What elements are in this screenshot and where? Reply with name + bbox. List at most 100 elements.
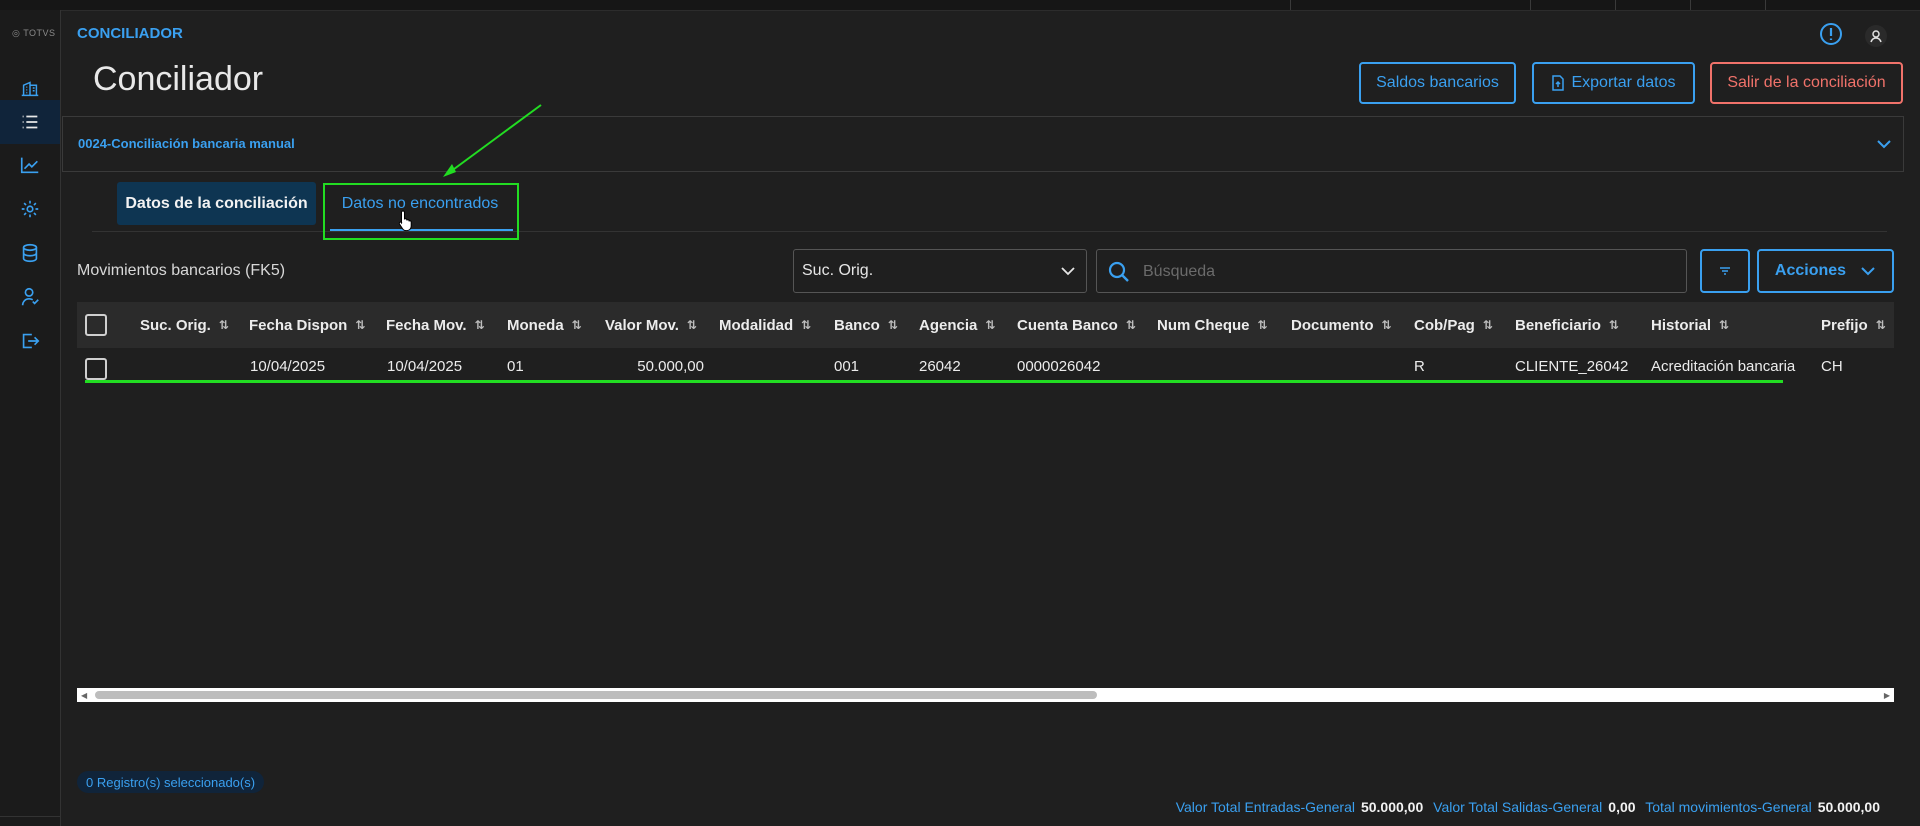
column-header[interactable]: Agencia ⇅: [919, 302, 995, 348]
annotation-arrow: [443, 104, 542, 177]
column-label: Prefijo: [1821, 316, 1868, 334]
column-header[interactable]: Banco ⇅: [834, 302, 898, 348]
select-all-checkbox[interactable]: [85, 314, 107, 336]
sort-icon[interactable]: ⇅: [1483, 318, 1493, 332]
cell-fecha-mov: 10/04/2025: [387, 358, 463, 375]
scrollbar-thumb[interactable]: [95, 691, 1097, 699]
sort-icon[interactable]: ⇅: [572, 318, 582, 332]
search-icon: [1107, 260, 1131, 289]
gear-icon: [21, 200, 39, 218]
file-export-icon: [1552, 75, 1565, 91]
column-header[interactable]: Moneda ⇅: [507, 302, 582, 348]
horizontal-scrollbar[interactable]: ◀ ▶: [77, 688, 1894, 702]
sort-icon[interactable]: ⇅: [801, 318, 811, 332]
annotation-underline: [85, 380, 1783, 383]
filter-button[interactable]: [1700, 249, 1750, 293]
sidebar-item-user[interactable]: [0, 275, 60, 319]
exportar-datos-button[interactable]: Exportar datos: [1532, 62, 1695, 104]
column-label: Suc. Orig.: [140, 316, 211, 334]
sidebar-divider: [0, 816, 60, 817]
column-header[interactable]: Modalidad ⇅: [719, 302, 811, 348]
profile-icon[interactable]: [1864, 24, 1888, 53]
branch-select-value: Suc. Orig.: [802, 262, 874, 279]
sort-icon[interactable]: ⇅: [355, 318, 365, 332]
column-header[interactable]: Beneficiario ⇅: [1515, 302, 1619, 348]
sort-icon[interactable]: ⇅: [1382, 318, 1392, 332]
exportar-datos-label: Exportar datos: [1571, 74, 1676, 91]
cell-agencia: 26042: [919, 358, 961, 375]
sort-icon[interactable]: ⇅: [475, 318, 485, 332]
column-header[interactable]: Fecha Mov. ⇅: [386, 302, 485, 348]
info-icon[interactable]: [1819, 22, 1843, 51]
user-icon: [21, 287, 39, 306]
filter-icon: [1720, 267, 1730, 275]
sidebar-item-database[interactable]: [0, 231, 60, 275]
column-label: Banco: [834, 316, 880, 334]
saldos-bancarios-button[interactable]: Saldos bancarios: [1359, 62, 1516, 104]
total-salidas-value: 0,00: [1608, 799, 1636, 815]
column-label: Valor Mov.: [605, 316, 679, 334]
sort-icon[interactable]: ⇅: [1258, 318, 1268, 332]
total-movimientos-label: Total movimientos-General: [1645, 799, 1812, 815]
column-label: Cuenta Banco: [1017, 316, 1118, 334]
column-label: Num Cheque: [1157, 316, 1250, 334]
column-header[interactable]: Fecha Dispon ⇅: [249, 302, 365, 348]
column-label: Fecha Dispon: [249, 316, 348, 334]
sort-icon[interactable]: ⇅: [687, 318, 697, 332]
cell-historial: Acreditación bancaria: [1651, 358, 1796, 375]
chevron-down-icon: [1861, 267, 1875, 276]
sidebar-item-logout[interactable]: [0, 319, 60, 363]
total-entradas-label: Valor Total Entradas-General: [1175, 799, 1355, 815]
cell-banco: 001: [834, 358, 860, 375]
sort-icon[interactable]: ⇅: [1609, 318, 1619, 332]
total-movimientos-value: 50.000,00: [1817, 799, 1880, 815]
cell-fecha-dispon: 10/04/2025: [250, 358, 326, 375]
branch-select[interactable]: Suc. Orig.: [793, 249, 1087, 293]
column-label: Documento: [1291, 316, 1374, 334]
cell-valor-mov: 50.000,00: [637, 358, 704, 375]
column-label: Agencia: [919, 316, 978, 334]
column-label: Cob/Pag: [1414, 316, 1475, 334]
column-header[interactable]: Prefijo ⇅: [1821, 302, 1886, 348]
column-header[interactable]: Documento ⇅: [1291, 302, 1392, 348]
sort-icon[interactable]: ⇅: [1876, 318, 1886, 332]
row-checkbox[interactable]: [85, 358, 107, 380]
chevron-down-icon: [1060, 263, 1076, 284]
sort-icon[interactable]: ⇅: [219, 318, 229, 332]
table-header: Suc. Orig. ⇅ Fecha Dispon ⇅ Fecha Mov. ⇅ Mo…: [77, 302, 1894, 348]
column-label: Fecha Mov.: [386, 316, 467, 334]
sidebar-item-settings[interactable]: [0, 187, 60, 231]
cell-cuenta-banco: 0000026042: [1017, 358, 1101, 375]
cell-cob-pag: R: [1414, 358, 1425, 375]
column-label: Moneda: [507, 316, 564, 334]
cell-moneda: 01: [507, 358, 524, 375]
acciones-label: Acciones: [1774, 262, 1847, 279]
column-header[interactable]: Suc. Orig. ⇅: [140, 302, 229, 348]
sort-icon[interactable]: ⇅: [888, 318, 898, 332]
column-header[interactable]: Cuenta Banco ⇅: [1017, 302, 1136, 348]
column-label: Modalidad: [719, 316, 794, 334]
logout-icon: [22, 333, 40, 349]
scroll-left-icon[interactable]: ◀: [81, 691, 87, 700]
salir-conciliacion-button[interactable]: Salir de la conciliación: [1710, 62, 1903, 104]
database-icon: [22, 243, 38, 263]
sort-icon[interactable]: ⇅: [985, 318, 995, 332]
column-label: Beneficiario: [1515, 316, 1601, 334]
chevron-down-icon[interactable]: [1875, 135, 1893, 158]
column-header[interactable]: Num Cheque ⇅: [1157, 302, 1268, 348]
column-label: Historial: [1651, 316, 1712, 334]
cell-beneficiario: CLIENTE_26042: [1515, 358, 1629, 375]
search-input[interactable]: [1141, 258, 1665, 286]
column-header[interactable]: Cob/Pag ⇅: [1414, 302, 1493, 348]
acciones-button[interactable]: Acciones: [1757, 249, 1894, 293]
column-header[interactable]: Valor Mov. ⇅: [605, 302, 697, 348]
selected-count-badge: 0 Registro(s) seleccionado(s): [77, 771, 265, 793]
search-field[interactable]: [1096, 249, 1687, 293]
sort-icon[interactable]: ⇅: [1126, 318, 1136, 332]
column-header[interactable]: Historial ⇅: [1651, 302, 1729, 348]
total-salidas-label: Valor Total Salidas-General: [1433, 799, 1603, 815]
scroll-right-icon[interactable]: ▶: [1884, 691, 1890, 700]
sort-icon[interactable]: ⇅: [1719, 318, 1729, 332]
total-entradas-value: 50.000,00: [1360, 799, 1424, 815]
hand-cursor-icon: [398, 210, 412, 232]
